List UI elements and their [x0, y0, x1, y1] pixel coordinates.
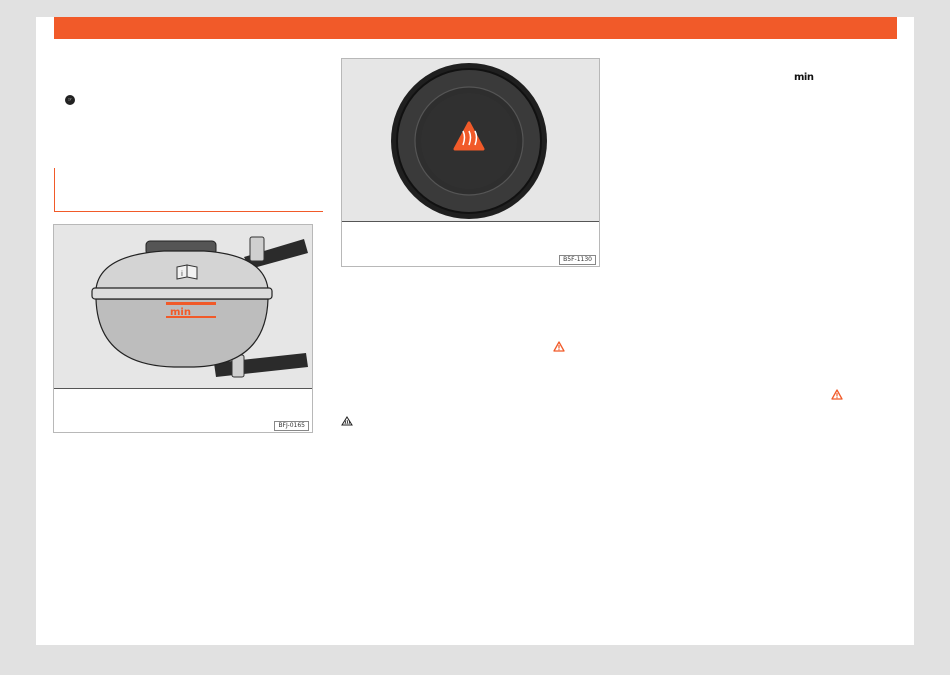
figure-reservoir-cap: B5F-1130 — [341, 58, 600, 267]
min-label: min — [794, 72, 814, 83]
warning-triangle-icon — [831, 389, 843, 400]
figure-code: BFJ-0165 — [274, 421, 309, 431]
book-icon: i — [176, 264, 198, 280]
note-icon: ☞ — [65, 95, 75, 105]
section-heading-rule — [54, 168, 323, 212]
manual-page: ☞ i min BFJ-0165 B5F-1130 min — [36, 17, 914, 645]
svg-text:i: i — [181, 270, 183, 278]
figure-code: B5F-1130 — [559, 255, 596, 265]
warning-triangle-icon — [553, 341, 565, 352]
svg-text:min: min — [170, 307, 191, 318]
hot-coolant-icon — [341, 416, 353, 426]
figure-coolant-reservoir: i min BFJ-0165 — [53, 224, 313, 433]
header-bar — [54, 17, 897, 39]
figure-illustration: i min — [54, 225, 312, 389]
figure-illustration — [342, 59, 599, 222]
